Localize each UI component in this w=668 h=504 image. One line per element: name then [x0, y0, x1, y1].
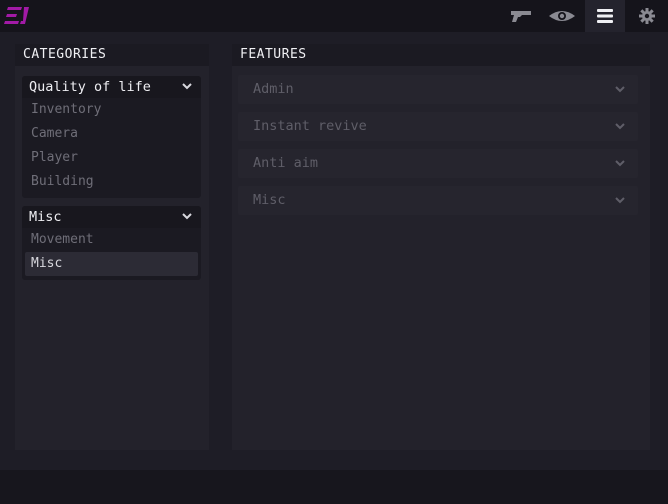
category-group-quality-of-life: Quality of life Inventory Camera Player … [22, 76, 201, 198]
feature-label: Anti aim [253, 155, 319, 171]
category-item-movement[interactable]: Movement [22, 228, 201, 252]
top-bar [0, 0, 668, 32]
brand-logo [4, 7, 29, 24]
features-header: FEATURES [232, 44, 650, 66]
category-group-title: Quality of life [29, 79, 151, 95]
features-tab[interactable] [585, 0, 625, 32]
chevron-down-icon [615, 86, 625, 93]
category-group-misc: Misc Movement Misc [22, 206, 201, 280]
weapons-tab[interactable] [501, 0, 541, 32]
feature-row-admin[interactable]: Admin [238, 75, 638, 104]
main-area: CATEGORIES Quality of life Inventory Cam… [0, 32, 668, 470]
category-item-misc[interactable]: Misc [25, 252, 198, 276]
category-item-player[interactable]: Player [22, 146, 201, 170]
category-item-camera[interactable]: Camera [22, 122, 201, 146]
feature-row-instant-revive[interactable]: Instant revive [238, 112, 638, 141]
feature-label: Admin [253, 81, 294, 97]
menu-icon [597, 9, 613, 23]
settings-tab[interactable] [627, 0, 667, 32]
pistol-icon [511, 11, 531, 22]
category-item-inventory[interactable]: Inventory [22, 98, 201, 122]
feature-label: Misc [253, 192, 286, 208]
category-group-header[interactable]: Misc [22, 206, 201, 228]
feature-row-anti-aim[interactable]: Anti aim [238, 149, 638, 178]
category-item-building[interactable]: Building [22, 170, 201, 194]
chevron-down-icon [615, 123, 625, 130]
chevron-down-icon [182, 213, 192, 220]
gear-icon [639, 8, 655, 24]
feature-label: Instant revive [253, 118, 367, 134]
feature-row-misc[interactable]: Misc [238, 186, 638, 215]
chevron-down-icon [615, 197, 625, 204]
category-group-title: Misc [29, 209, 62, 225]
chevron-down-icon [615, 160, 625, 167]
visuals-tab[interactable] [542, 0, 582, 32]
category-group-header[interactable]: Quality of life [22, 76, 201, 98]
chevron-down-icon [182, 83, 192, 90]
features-panel: FEATURES Admin Instant revive Anti aim M… [232, 44, 650, 450]
categories-panel: CATEGORIES Quality of life Inventory Cam… [15, 44, 209, 450]
footer-bar [0, 470, 668, 504]
categories-header: CATEGORIES [15, 44, 209, 66]
eye-icon [549, 11, 575, 21]
